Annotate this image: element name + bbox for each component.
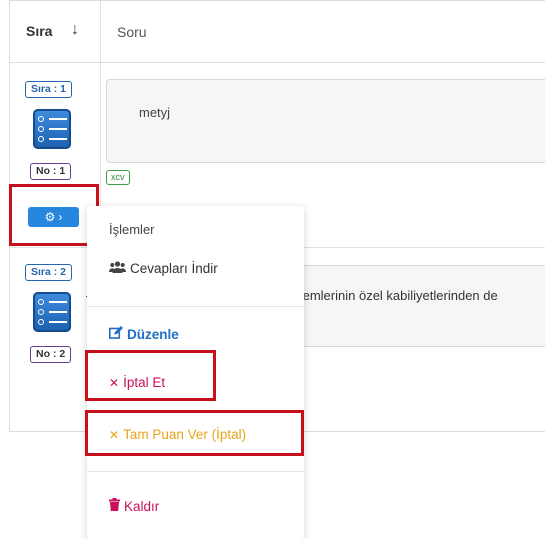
menu-divider [87,471,304,472]
list-icon [33,292,71,332]
users-icon [109,261,126,276]
row-2-sira-badge: Sıra : 2 [25,264,73,281]
menu-divider [87,306,304,307]
trash-icon [109,498,120,514]
column-header-soru[interactable]: Soru [117,24,147,40]
highlight-box-tam-puan-ver [85,410,304,456]
menu-item-label: Kaldır [124,498,160,514]
edit-icon [109,326,123,342]
table-header: Sıra ↓ Soru [10,1,545,63]
row-1-question-box: metyj [106,79,545,163]
column-header-sira[interactable]: Sıra [26,23,52,39]
menu-title: İşlemler [109,222,155,237]
row-2-question-box [290,265,545,347]
menu-item-kaldir[interactable]: Kaldır [109,498,159,514]
menu-item-label: Cevapları İndir [130,261,218,276]
row-2-no-badge: No : 2 [30,346,72,363]
row-1-no-badge: No : 1 [30,163,72,180]
menu-item-duzenle[interactable]: Düzenle [109,326,179,342]
sort-arrow-icon[interactable]: ↓ [71,21,79,39]
row-1-sira-badge: Sıra : 1 [25,81,73,98]
list-icon [33,109,71,149]
row-1-tag: xcv [106,170,130,185]
row-1-question-text: metyj [139,105,171,120]
highlight-box-iptal-et [85,350,216,401]
menu-item-label: Düzenle [127,326,179,342]
menu-item-cevaplari-indir[interactable]: Cevapları İndir [109,261,218,276]
row-2-question-text: temlerinin özel kabiliyetlerinden de [299,288,498,303]
highlight-box-actions [9,184,99,246]
